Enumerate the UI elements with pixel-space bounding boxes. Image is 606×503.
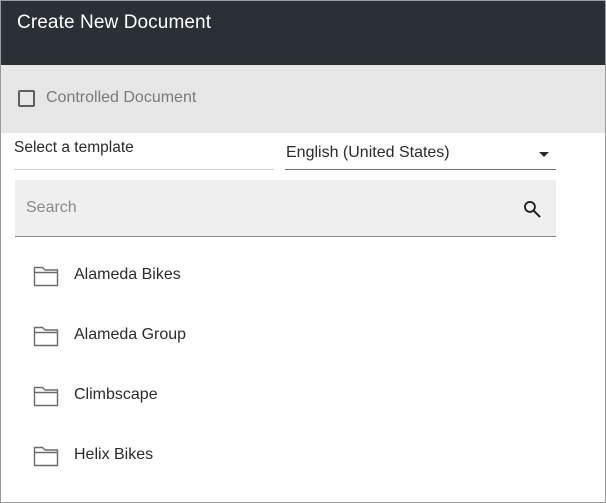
folder-item-climbscape[interactable]: Climbscape (1, 365, 605, 425)
template-label-divider (14, 169, 274, 170)
search-input[interactable] (15, 180, 515, 236)
folder-icon (33, 266, 59, 287)
folder-item-helix-bikes[interactable]: Helix Bikes (1, 425, 605, 485)
controlled-document-row: Controlled Document (1, 65, 605, 133)
caret-down-icon (539, 152, 549, 157)
controlled-document-checkbox[interactable] (18, 90, 35, 107)
folder-name: Helix Bikes (74, 446, 154, 463)
folder-item-alameda-bikes[interactable]: Alameda Bikes (1, 245, 605, 305)
select-template-label: Select a template (14, 139, 134, 156)
folder-icon (33, 386, 59, 407)
folder-name: Alameda Group (74, 326, 187, 343)
folder-name: Alameda Bikes (74, 266, 181, 283)
language-selected-value: English (United States) (286, 144, 450, 161)
folder-name: Climbscape (74, 386, 158, 403)
language-dropdown[interactable]: English (United States) (285, 139, 556, 170)
search-icon[interactable] (522, 199, 542, 219)
folder-item-alameda-group[interactable]: Alameda Group (1, 305, 605, 365)
folder-icon (33, 326, 59, 347)
template-folder-list: Alameda Bikes Alameda Group Climbscape H… (1, 245, 605, 485)
dialog-header: Create New Document (1, 1, 605, 65)
search-box (15, 180, 556, 237)
create-document-dialog: Create New Document Controlled Document … (0, 0, 606, 503)
dialog-title: Create New Document (17, 12, 212, 33)
controlled-document-label[interactable]: Controlled Document (46, 89, 196, 107)
folder-icon (33, 446, 59, 467)
